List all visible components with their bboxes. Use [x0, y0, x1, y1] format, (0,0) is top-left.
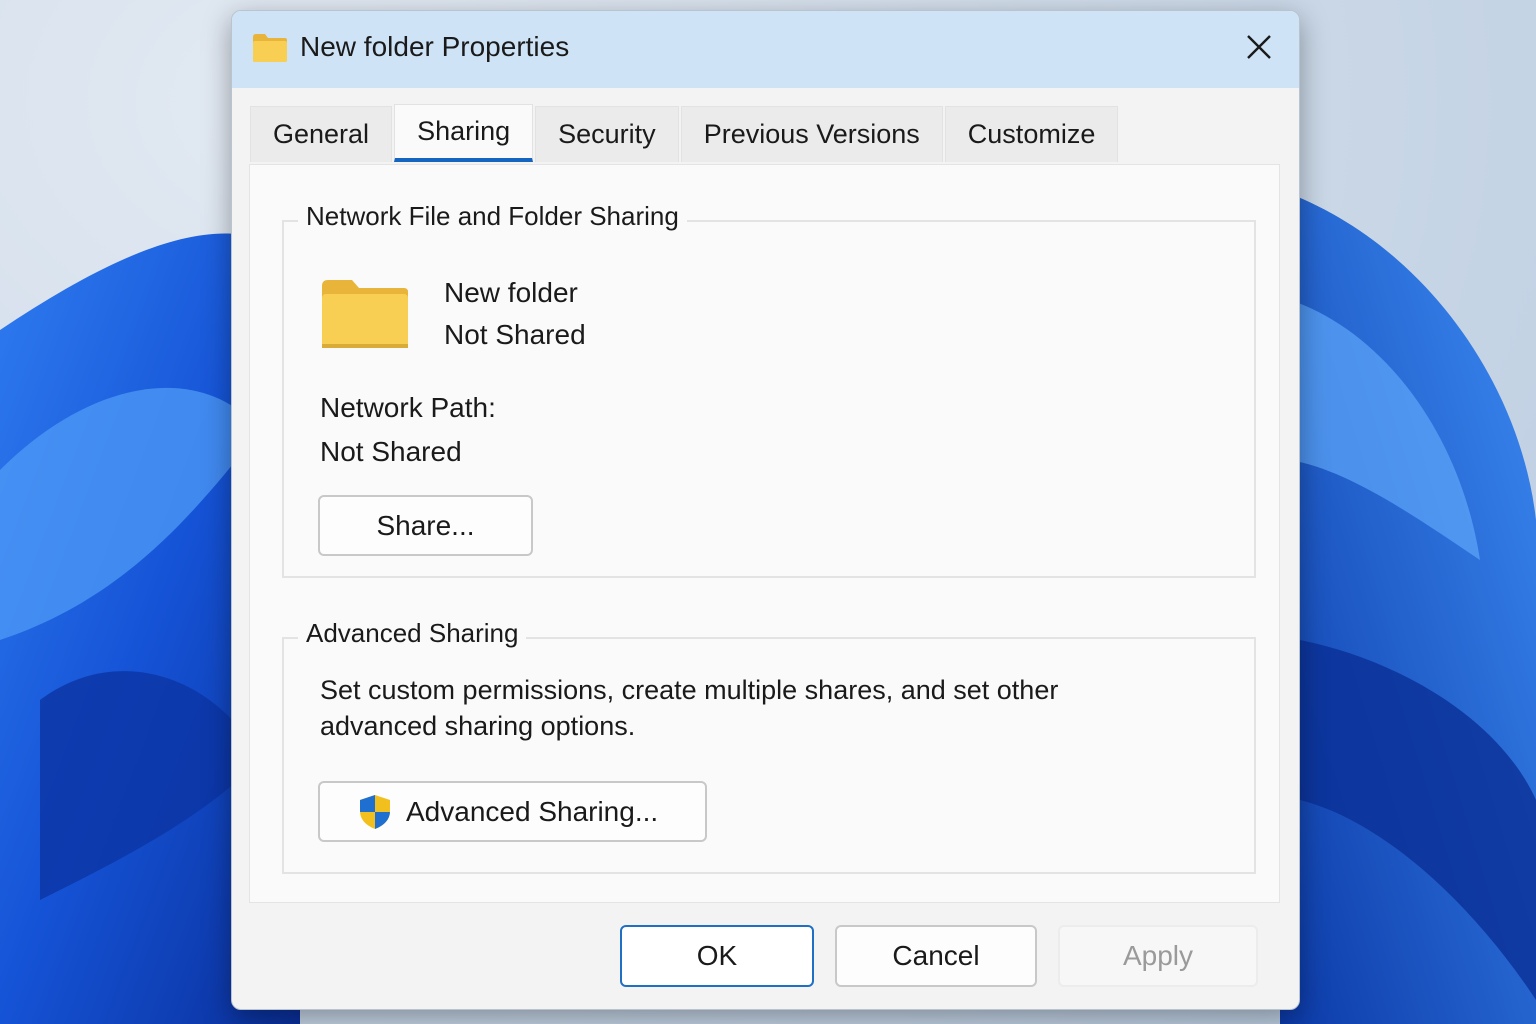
- group-title: Network File and Folder Sharing: [298, 201, 687, 232]
- network-path-value: Not Shared: [320, 436, 462, 467]
- advanced-sharing-description-line1: Set custom permissions, create multiple …: [320, 675, 1059, 705]
- tab-sharing[interactable]: Sharing: [394, 104, 534, 162]
- apply-button[interactable]: Apply: [1058, 925, 1258, 987]
- share-button[interactable]: Share...: [318, 495, 533, 556]
- close-icon: [1246, 34, 1272, 65]
- tab-strip: General Sharing Security Previous Versio…: [250, 104, 1120, 164]
- advanced-sharing-description-line2: advanced sharing options.: [320, 711, 636, 741]
- title-bar[interactable]: New folder Properties: [232, 11, 1299, 88]
- folder-name: New folder: [444, 277, 578, 308]
- folder-icon: [320, 278, 410, 355]
- tab-general[interactable]: General: [250, 106, 393, 162]
- tab-previous-versions[interactable]: Previous Versions: [680, 106, 943, 162]
- folder-icon: [252, 33, 288, 68]
- sharing-panel: Network File and Folder Sharing New fold…: [249, 164, 1280, 903]
- cancel-button[interactable]: Cancel: [835, 925, 1037, 987]
- advanced-sharing-button-label: Advanced Sharing...: [406, 795, 659, 827]
- tab-customize[interactable]: Customize: [944, 106, 1119, 162]
- window-title: New folder Properties: [300, 31, 570, 62]
- folder-status: Not Shared: [444, 319, 586, 350]
- advanced-sharing-button[interactable]: Advanced Sharing...: [318, 781, 707, 842]
- uac-shield-icon: [358, 794, 392, 830]
- advanced-sharing-group: Advanced Sharing Set custom permissions,…: [282, 618, 1256, 874]
- group-title: Advanced Sharing: [298, 618, 527, 649]
- network-sharing-group: Network File and Folder Sharing New fold…: [282, 201, 1256, 578]
- ok-button[interactable]: OK: [620, 925, 814, 987]
- close-button[interactable]: [1231, 25, 1287, 73]
- properties-dialog: New folder Properties General Sharing Se…: [231, 10, 1300, 1010]
- network-path-label: Network Path:: [320, 392, 496, 423]
- tab-security[interactable]: Security: [535, 106, 679, 162]
